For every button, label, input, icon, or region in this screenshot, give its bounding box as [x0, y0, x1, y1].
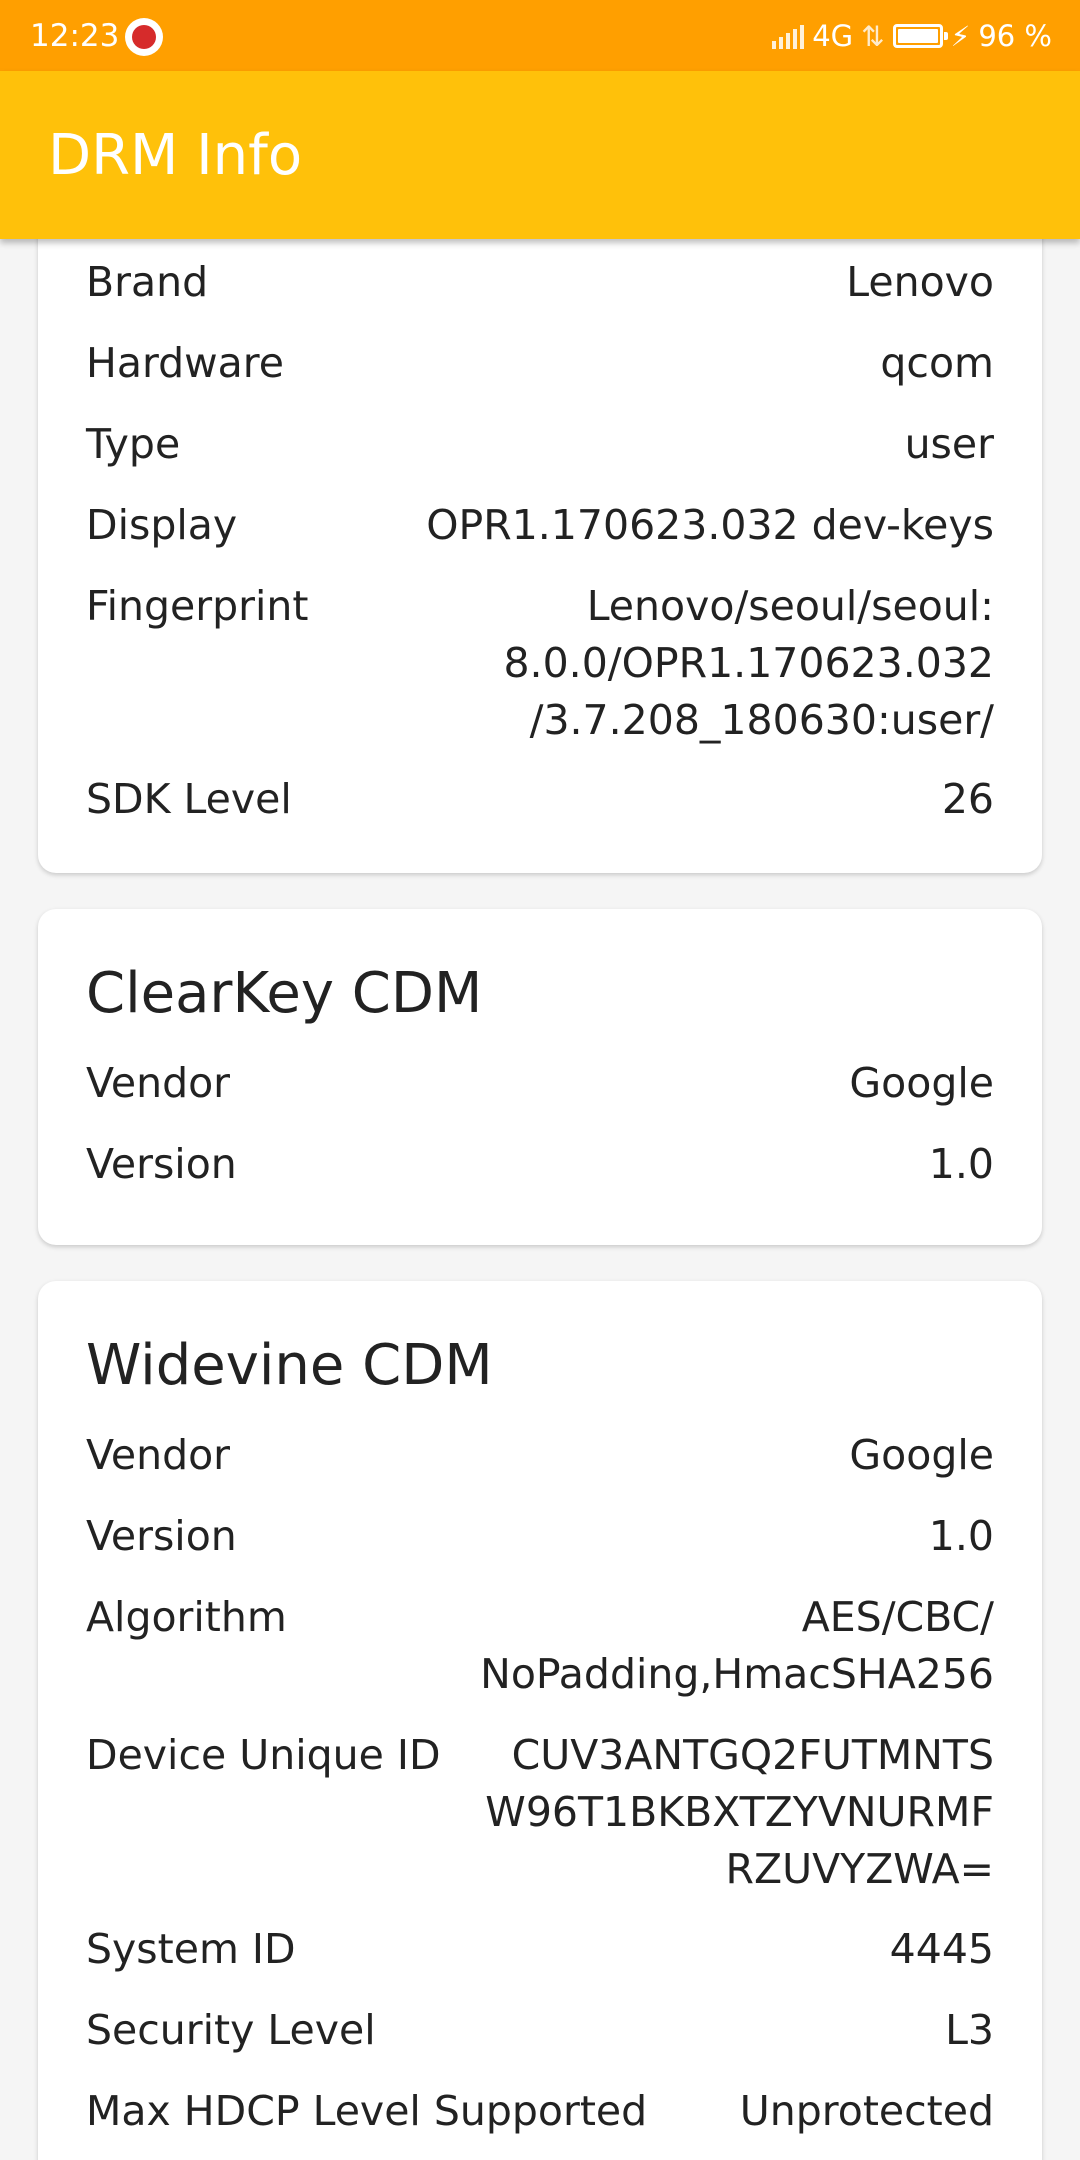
row-label: Version [86, 1140, 237, 1188]
row-value: AES/CBC/ NoPadding,HmacSHA256 [480, 1593, 994, 1698]
row-label: Display [86, 501, 238, 549]
scroll-content[interactable]: Brand Lenovo Brand Lenovo Hardware qcom … [0, 239, 1080, 2160]
row-label: Hardware [86, 339, 284, 387]
battery-percent: 96 % [978, 19, 1052, 53]
row-value: 26 [941, 775, 994, 823]
row-label: Version [86, 1512, 237, 1560]
row-value: Lenovo/seoul/seoul: 8.0.0/OPR1.170623.03… [503, 582, 994, 744]
clearkey-card: ClearKey CDM Vendor Google Version 1.0 [38, 909, 1042, 1245]
row-label: Device Unique ID [86, 1731, 441, 1779]
row-value: qcom [880, 339, 994, 387]
row-value: OPR1.170623.032 dev-keys [426, 501, 994, 549]
row-value: Unprotected [739, 2087, 994, 2135]
row-value: Google [849, 1059, 994, 1107]
card-title: ClearKey CDM [86, 961, 483, 1026]
row-value: L3 [945, 2006, 994, 2054]
row-label: Brand [86, 258, 209, 306]
row-value: 4445 [889, 1925, 994, 1973]
row-value: 1.0 [928, 1140, 994, 1188]
row-value: 1.0 [928, 1512, 994, 1560]
status-time: 12:23 [30, 18, 120, 54]
status-indicators: 4G ⇅ ⚡ 96 % [772, 16, 1052, 56]
data-arrows-icon: ⇅ [861, 19, 885, 53]
signal-icon [772, 23, 805, 49]
widevine-card: Widevine CDM Vendor Google Version 1.0 A… [38, 1281, 1042, 2160]
row-value: CUV3ANTGQ2FUTMNTS W96T1BKBXTZYVNURMF RZU… [485, 1731, 994, 1893]
row-label: Vendor [86, 1059, 231, 1107]
row-label: System ID [86, 1925, 296, 1973]
app-title: DRM Info [48, 123, 303, 188]
row-label: SDK Level [86, 775, 292, 823]
row-label: Algorithm [86, 1593, 287, 1641]
row-label: Vendor [86, 1431, 231, 1479]
app-bar: DRM Info [0, 71, 1080, 239]
battery-icon [892, 24, 948, 48]
row-label: Max HDCP Level Supported [86, 2087, 648, 2135]
row-value: Google [849, 1431, 994, 1479]
status-bar: 12:23 4G ⇅ ⚡ 96 % [0, 0, 1080, 71]
row-value: Lenovo [846, 258, 994, 306]
row-value: user [904, 420, 994, 468]
charging-bolt-icon: ⚡ [950, 19, 971, 53]
row-label: Type [86, 420, 181, 468]
row-label: Fingerprint [86, 582, 309, 630]
app-notification-icon [125, 18, 163, 56]
network-type: 4G [812, 19, 854, 53]
card-title: Widevine CDM [86, 1333, 493, 1398]
row-label: Security Level [86, 2006, 376, 2054]
